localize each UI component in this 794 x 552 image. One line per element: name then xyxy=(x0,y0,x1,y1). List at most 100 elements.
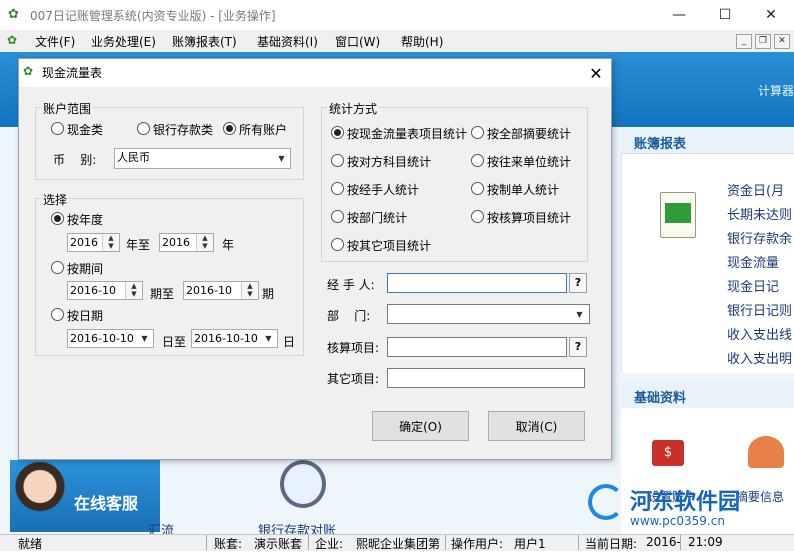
watermark-text: 河东软件园 xyxy=(630,490,741,515)
menu-basic-data[interactable]: 基础资料(I) xyxy=(257,33,318,50)
menu-help[interactable]: 帮助(H) xyxy=(401,33,443,50)
ledger-link-income-detail[interactable]: 收入支出明 xyxy=(727,348,792,367)
stat-option-label[interactable]: 按制单人统计 xyxy=(487,181,559,198)
calculator-link[interactable]: 计算器 xyxy=(758,82,794,99)
stat-option-label[interactable]: 按部门统计 xyxy=(347,209,407,226)
account-item-label: 核算项目: xyxy=(327,341,380,355)
chevron-down-icon[interactable]: ▼ xyxy=(137,330,152,347)
ledger-link-cash-flow[interactable]: 现金流量 xyxy=(727,252,779,271)
ledger-book-icon xyxy=(660,192,696,238)
radio-by-other-item[interactable] xyxy=(331,238,344,251)
period-from-value: 2016-10 xyxy=(70,284,116,297)
currency-select[interactable]: 人民币 xyxy=(114,148,291,169)
menu-file[interactable]: 文件(F) xyxy=(35,33,75,50)
radio-by-year[interactable] xyxy=(51,212,64,225)
menu-business[interactable]: 业务处理(E) xyxy=(91,33,156,50)
radio-bank-label[interactable]: 银行存款类 xyxy=(153,121,213,138)
mdi-restore-button[interactable]: ❐ xyxy=(755,34,771,49)
app-small-icon: ✿ xyxy=(7,33,18,47)
radio-by-department[interactable] xyxy=(331,210,344,223)
radio-all-accounts-label[interactable]: 所有账户 xyxy=(239,121,287,138)
other-item-input[interactable] xyxy=(387,368,585,388)
date-suffix-label: 日 xyxy=(283,335,296,349)
ledger-link-income-expense[interactable]: 收入支出线 xyxy=(727,324,792,343)
ledger-link-cash-journal[interactable]: 现金日记 xyxy=(727,276,779,295)
radio-cash[interactable] xyxy=(51,122,64,135)
menu-window[interactable]: 窗口(W) xyxy=(335,33,380,50)
radio-by-handler[interactable] xyxy=(331,182,344,195)
account-range-label: 账户范围 xyxy=(41,100,94,117)
period-suffix-label: 期 xyxy=(262,287,275,301)
stat-option-label[interactable]: 按经手人统计 xyxy=(347,181,419,198)
chevron-down-icon[interactable]: ▼ xyxy=(261,330,276,347)
radio-by-cashflow-item[interactable] xyxy=(331,126,344,139)
status-date-label: 当前日期: xyxy=(585,537,638,551)
app-logo-icon: ✿ xyxy=(8,7,19,22)
spin-arrows-icon[interactable]: ▲ ▼ xyxy=(241,282,258,299)
stat-option-label[interactable]: 按往来单位统计 xyxy=(487,153,571,170)
summary-info-link[interactable]: 摘要信息 xyxy=(736,488,784,505)
ledger-link-bank-journal[interactable]: 银行日记则 xyxy=(727,300,792,319)
radio-by-partner[interactable] xyxy=(471,154,484,167)
stat-option-label[interactable]: 按现金流量表项目统计 xyxy=(347,125,467,142)
stat-option-label[interactable]: 按对方科目统计 xyxy=(347,153,431,170)
handler-lookup-button[interactable]: ? xyxy=(569,273,587,293)
radio-by-all-summary[interactable] xyxy=(471,126,484,139)
status-book-label: 账套: xyxy=(214,537,243,551)
radio-cash-label[interactable]: 现金类 xyxy=(67,121,103,138)
year-from-value: 2016 xyxy=(70,236,98,249)
account-item-lookup-button[interactable]: ? xyxy=(569,337,587,357)
radio-by-date[interactable] xyxy=(51,308,64,321)
ok-button[interactable]: 确定(O) xyxy=(372,411,469,441)
maximize-button[interactable]: ☐ xyxy=(702,0,748,30)
spin-arrows-icon[interactable]: ▲ ▼ xyxy=(125,282,142,299)
mdi-minimize-button[interactable]: _ xyxy=(736,34,752,49)
account-range-group xyxy=(35,107,304,180)
spin-arrows-icon[interactable]: ▲ ▼ xyxy=(196,234,213,251)
chevron-down-icon[interactable]: ▼ xyxy=(274,150,289,167)
radio-bank[interactable] xyxy=(137,122,150,135)
account-setup-icon: $ xyxy=(652,440,684,466)
spin-arrows-icon[interactable]: ▲ ▼ xyxy=(102,234,119,251)
ledger-link-fund-daily[interactable]: 资金日(月 xyxy=(727,180,784,199)
menu-reports[interactable]: 账簿报表(T) xyxy=(172,33,237,50)
other-item-label: 其它项目: xyxy=(327,372,380,386)
summary-info-icon xyxy=(748,436,784,468)
cancel-button[interactable]: 取消(C) xyxy=(488,411,585,441)
stat-option-label[interactable]: 按其它项目统计 xyxy=(347,237,431,254)
handler-input[interactable] xyxy=(387,273,567,293)
radio-by-period-label[interactable]: 按期间 xyxy=(67,260,103,277)
minimize-button[interactable]: — xyxy=(656,0,702,30)
status-divider xyxy=(445,535,446,550)
chevron-down-icon[interactable]: ▼ xyxy=(572,306,587,323)
close-button[interactable]: ✕ xyxy=(748,0,794,30)
handler-label: 经 手 人: xyxy=(327,278,375,292)
status-divider xyxy=(578,535,579,550)
stat-option-label[interactable]: 按核算项目统计 xyxy=(487,209,571,226)
radio-all-accounts[interactable] xyxy=(223,122,236,135)
mdi-close-button[interactable]: ✕ xyxy=(774,34,790,49)
period-to-value: 2016-10 xyxy=(186,284,232,297)
radio-by-period[interactable] xyxy=(51,261,64,274)
department-select[interactable] xyxy=(387,304,590,324)
online-service-label: 在线客服 xyxy=(74,494,139,513)
watermark-logo-icon xyxy=(588,484,624,520)
radio-by-counter-subject[interactable] xyxy=(331,154,344,167)
dialog-close-icon[interactable]: ✕ xyxy=(582,60,610,86)
ledger-link-bank-balance[interactable]: 银行存款余 xyxy=(727,228,792,247)
radio-by-creator[interactable] xyxy=(471,182,484,195)
currency-label: 币 别: xyxy=(53,153,97,167)
basic-data-panel-title: 基础资料 xyxy=(634,391,687,406)
select-group-label: 选择 xyxy=(41,191,70,208)
radio-by-account-item[interactable] xyxy=(471,210,484,223)
ledger-link-long-pending[interactable]: 长期未达则 xyxy=(727,204,792,223)
radio-by-date-label[interactable]: 按日期 xyxy=(67,307,103,324)
account-item-input[interactable] xyxy=(387,337,567,357)
dialog-title: 现金流量表 xyxy=(42,66,103,80)
stat-option-label[interactable]: 按全部摘要统计 xyxy=(487,125,571,142)
year-suffix-label: 年 xyxy=(222,238,235,252)
radio-by-year-label[interactable]: 按年度 xyxy=(67,211,103,228)
status-user: 用户1 xyxy=(514,537,546,551)
status-company-label: 企业: xyxy=(315,537,344,551)
status-time: 21:09 xyxy=(688,535,723,549)
